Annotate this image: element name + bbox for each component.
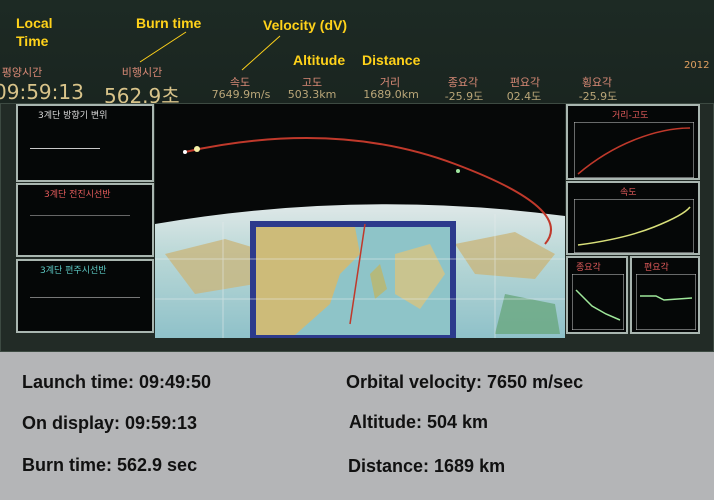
left-panel-2-trace (30, 215, 130, 216)
right-panel-distance-altitude: 거리-고도 (566, 104, 700, 180)
left-panel-2: 3계단 전진시선반 (16, 183, 154, 257)
current-position-marker (456, 169, 460, 173)
right-panel-2-plot (574, 199, 694, 253)
right-panel-pitch: 종요각 (566, 256, 628, 334)
caption-on-display: On display: 09:59:13 (22, 413, 198, 433)
leader-velocity (241, 35, 281, 71)
vehicle-marker (194, 146, 200, 152)
mission-control-display-photo: 2012 평양시간 비행시간 속도 고도 거리 종요각 편요각 횡요각 09:5… (0, 0, 714, 352)
caption-box: Launch time: 09:49:50 On display: 09:59:… (0, 352, 714, 500)
left-panel-1: 3계단 방향기 변위 (16, 104, 154, 182)
right-panel-3-title: 종요각 (576, 263, 601, 273)
map-inset (256, 227, 450, 335)
leader-burn-time (139, 31, 187, 63)
right-panel-4-title: 편요각 (644, 263, 669, 273)
trajectory-screen (155, 104, 565, 338)
caption-altitude: Altitude: 504 km (349, 412, 489, 432)
left-panel-1-title: 3계단 방향기 변위 (38, 111, 108, 121)
right-panel-yaw: 편요각 (630, 256, 700, 334)
left-panel-3-title: 3계단 편주시선반 (40, 266, 107, 276)
left-panel-1-trace (30, 148, 100, 149)
caption-launch-time: Launch time: 09:49:50 (22, 372, 212, 392)
left-panel-3-trace (30, 297, 140, 298)
right-panel-4-plot (636, 274, 696, 330)
caption-orbital-velocity: Orbital velocity: 7650 m/sec (346, 372, 584, 392)
right-panel-velocity: 속도 (566, 181, 700, 255)
right-panel-1-title: 거리-고도 (612, 111, 649, 121)
caption-burn-time: Burn time: 562.9 sec (22, 455, 198, 475)
annotation-leader-lines (139, 31, 281, 71)
right-panel-1-plot (574, 122, 694, 178)
left-panel-3: 3계단 편주시선반 (16, 259, 154, 333)
left-panel-2-title: 3계단 전진시선반 (44, 190, 111, 200)
right-panel-2-title: 속도 (620, 188, 637, 198)
caption-distance: Distance: 1689 km (348, 456, 506, 476)
right-panel-3-plot (572, 274, 624, 330)
launch-point-marker (183, 150, 187, 154)
